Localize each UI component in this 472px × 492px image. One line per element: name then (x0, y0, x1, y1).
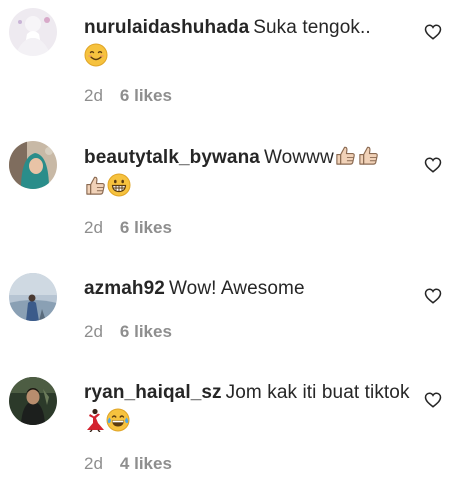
comment-body: nurulaidashuhada Suka tengok.. (84, 13, 414, 73)
comment-timestamp: 2d (84, 322, 103, 341)
heart-outline-icon[interactable] (424, 391, 442, 409)
thumbs-up-icon (334, 144, 357, 167)
dancer-icon (84, 408, 106, 432)
avatar[interactable] (9, 273, 57, 321)
heart-outline-icon[interactable] (424, 156, 442, 174)
comment-username[interactable]: azmah92 (84, 278, 165, 299)
comment-meta: 2d 4 likes (84, 454, 172, 474)
comment-meta: 2d 6 likes (84, 218, 172, 238)
avatar[interactable] (9, 8, 57, 56)
avatar[interactable] (9, 141, 57, 189)
smiling-face-icon (84, 43, 108, 67)
comment-username[interactable]: beautytalk_bywana (84, 147, 260, 168)
comment-text: Suka tengok.. (253, 17, 371, 38)
comment-timestamp: 2d (84, 218, 103, 237)
grinning-face-icon (107, 173, 131, 197)
comment-body: ryan_haiqal_sz Jom kak iti buat tiktok (84, 378, 414, 438)
comment-timestamp: 2d (84, 454, 103, 473)
comment-text: Jom kak iti buat tiktok (225, 382, 410, 403)
like-count[interactable]: 6 likes (120, 218, 172, 237)
comment-text: Wow! Awesome (168, 278, 305, 299)
comment-body: azmah92 Wow! Awesome (84, 274, 414, 304)
comment-username[interactable]: nurulaidashuhada (84, 17, 249, 38)
avatar[interactable] (9, 377, 57, 425)
comment-body: beautytalk_bywana Wowww (84, 143, 414, 203)
comment-timestamp: 2d (84, 86, 103, 105)
comment-meta: 2d 6 likes (84, 86, 172, 106)
like-count[interactable]: 6 likes (120, 86, 172, 105)
like-count[interactable]: 4 likes (120, 454, 172, 473)
heart-outline-icon[interactable] (424, 287, 442, 305)
tears-of-joy-icon (106, 408, 130, 432)
thumbs-up-icon (357, 144, 380, 167)
thumbs-up-icon (84, 174, 107, 197)
heart-outline-icon[interactable] (424, 23, 442, 41)
like-count[interactable]: 6 likes (120, 322, 172, 341)
comment-username[interactable]: ryan_haiqal_sz (84, 382, 222, 403)
comment-text: Wowww (263, 147, 334, 168)
comment-meta: 2d 6 likes (84, 322, 172, 342)
